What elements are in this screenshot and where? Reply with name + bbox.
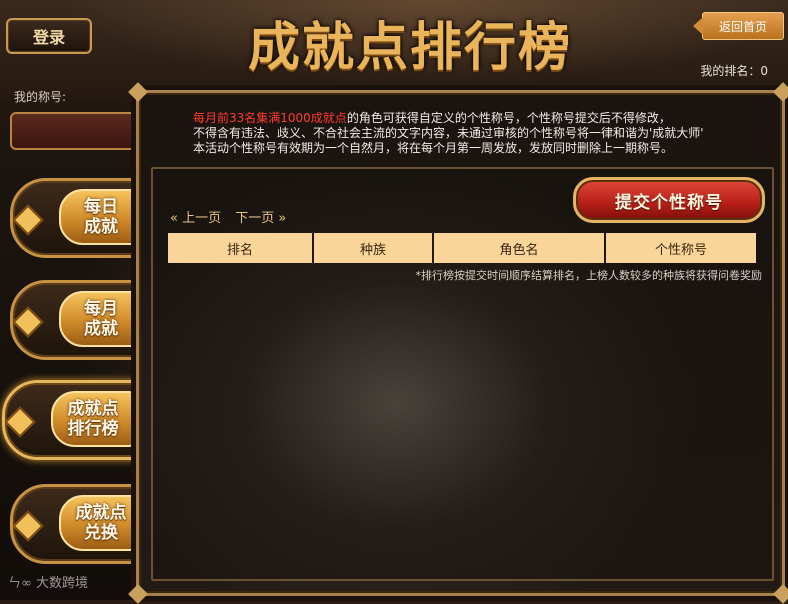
watermark: ㄣ∞ 大数跨境: [8, 572, 88, 591]
column-header-character-name: 角色名: [434, 233, 604, 263]
rules-notice: 每月前33名集满1000成就点的角色可获得自定义的个性称号，个性称号提交后不得修…: [193, 111, 773, 156]
ranking-panel: 每月前33名集满1000成就点的角色可获得自定义的个性称号，个性称号提交后不得修…: [128, 82, 788, 604]
prev-page-link[interactable]: « 上一页: [170, 211, 221, 226]
my-title-label: 我的称号:: [14, 90, 67, 104]
sidebar-item-daily-achievements[interactable]: 每日 成就: [10, 178, 146, 258]
column-header-custom-title: 个性称号: [606, 233, 756, 263]
sidebar-item-label: 成就: [84, 217, 118, 237]
sidebar-item-plate: 成就点 兑换: [59, 495, 143, 551]
sidebar-item-achievement-exchange[interactable]: 成就点 兑换: [10, 484, 146, 564]
notice-line-1: 每月前33名集满1000成就点的角色可获得自定义的个性称号，个性称号提交后不得修…: [193, 111, 773, 126]
diamond-icon: [4, 406, 36, 438]
column-header-rank: 排名: [168, 233, 312, 263]
ranking-table: 排名 种族 角色名 个性称号: [166, 233, 758, 263]
login-button[interactable]: 登录: [6, 18, 92, 54]
sidebar-item-monthly-achievements[interactable]: 每月 成就: [10, 280, 146, 360]
home-button[interactable]: 返回首页: [693, 12, 784, 40]
sidebar-item-plate: 每月 成就: [59, 291, 143, 347]
my-rank-label: 我的排名：: [700, 64, 761, 78]
sidebar-item-label: 成就: [84, 319, 118, 339]
logo-icon: ㄣ∞: [8, 576, 36, 591]
diamond-icon: [12, 204, 44, 236]
notice-text: 的角色可获得自定义的个性称号，个性称号提交后不得修改，: [346, 111, 671, 125]
sidebar-item-label: 成就点: [67, 399, 119, 419]
ranking-board: 提交个性称号 « 上一页 下一页 » 排名 种族 角色名 个性称号 *排行榜按提…: [151, 167, 774, 581]
notice-highlight: 每月前33名集满1000成就点: [193, 111, 347, 125]
my-title-field: [10, 112, 154, 150]
sidebar-item-label: 每日: [84, 197, 118, 217]
corner-ornament-icon: [773, 584, 788, 604]
table-header-row: 排名 种族 角色名 个性称号: [168, 233, 756, 263]
sidebar-item-label: 兑换: [84, 523, 118, 543]
next-page-link[interactable]: 下一页 »: [235, 211, 286, 226]
my-rank-value: 0: [760, 64, 768, 78]
my-rank: 我的排名：0: [700, 62, 768, 79]
notice-line-2: 不得含有违法、歧义、不合社会主流的文字内容，未通过审核的个性称号将一律和谐为'成…: [193, 126, 704, 140]
home-button-label: 返回首页: [718, 19, 767, 34]
pagination: « 上一页 下一页 »: [170, 207, 296, 226]
ranking-footnote: *排行榜按提交时间顺序结算排名，上榜人数较多的种族将获得问卷奖励: [415, 269, 763, 282]
diamond-icon: [12, 510, 44, 542]
watermark-text: 大数跨境: [35, 576, 88, 591]
notice-line-3: 本活动个性称号有效期为一个自然月，将在每个月第一周发放，发放同时删除上一期称号。: [193, 141, 674, 155]
diamond-icon: [12, 306, 44, 338]
sidebar-item-label: 排行榜: [67, 419, 119, 439]
sidebar-item-plate: 成就点 排行榜: [51, 391, 135, 447]
left-arrow-icon: [693, 17, 703, 35]
submit-title-button[interactable]: 提交个性称号: [573, 177, 765, 223]
sidebar-item-label: 每月: [84, 299, 118, 319]
corner-ornament-icon: [128, 584, 148, 604]
page-title: 成就点排行榜: [247, 16, 572, 78]
sidebar-item-label: 成就点: [75, 503, 127, 523]
column-header-race: 种族: [314, 233, 432, 263]
sidebar-item-achievement-ranking[interactable]: 成就点 排行榜: [2, 380, 146, 460]
sidebar-item-plate: 每日 成就: [59, 189, 143, 245]
